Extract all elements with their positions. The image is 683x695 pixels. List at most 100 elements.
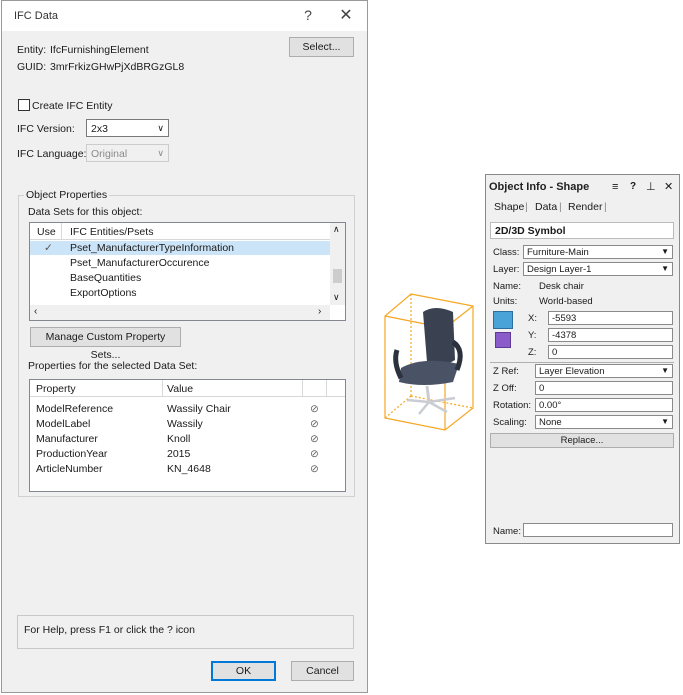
name-value: Desk chair bbox=[539, 281, 584, 292]
units-label: Units: bbox=[493, 296, 518, 307]
dropdown-arrow-icon: ▼ bbox=[661, 264, 669, 273]
help-text: For Help, press F1 or click the ? icon bbox=[24, 624, 195, 636]
layer-label: Layer: bbox=[493, 264, 520, 275]
select-button[interactable]: Select... bbox=[289, 37, 354, 57]
chevron-down-icon: ∨ bbox=[157, 148, 164, 158]
properties-table[interactable]: Property Value ModelReference Wassily Ch… bbox=[29, 379, 346, 492]
rotation-label: Rotation: bbox=[493, 400, 532, 411]
bottom-name-label: Name: bbox=[493, 526, 521, 537]
ok-button[interactable]: OK bbox=[211, 661, 276, 681]
dropdown-arrow-icon: ▼ bbox=[661, 247, 669, 256]
z-value: 0 bbox=[552, 347, 558, 358]
ifc-version-value: 2x3 bbox=[91, 123, 108, 135]
column-header-entities[interactable]: IFC Entities/Psets bbox=[70, 226, 153, 238]
class-label: Class: bbox=[493, 247, 520, 258]
close-icon[interactable]: ✕ bbox=[664, 180, 673, 193]
grid-icon[interactable] bbox=[495, 332, 511, 348]
ifc-language-value: Original bbox=[91, 148, 128, 160]
property-value[interactable]: Wassily bbox=[167, 418, 203, 430]
scroll-thumb[interactable] bbox=[333, 269, 342, 283]
create-ifc-entity-checkbox[interactable] bbox=[18, 99, 30, 111]
dataset-row[interactable]: ✓ Pset_ManufacturerTypeInformation bbox=[30, 241, 330, 255]
link-icon[interactable]: ⊘ bbox=[310, 418, 319, 430]
table-row[interactable]: ArticleNumber KN_4648 ⊘ bbox=[30, 462, 345, 476]
chevron-down-icon: ∨ bbox=[157, 123, 164, 133]
use-check-icon[interactable]: ✓ bbox=[44, 242, 53, 254]
link-icon[interactable]: ⊘ bbox=[310, 463, 319, 475]
z-label: Z: bbox=[528, 347, 537, 358]
link-icon[interactable]: ⊘ bbox=[310, 433, 319, 445]
properties-table-header: Property Value bbox=[30, 380, 345, 397]
property-name: ArticleNumber bbox=[36, 463, 103, 475]
scroll-left-icon[interactable]: ‹ bbox=[34, 306, 37, 317]
object-properties-title: Object Properties bbox=[24, 189, 110, 201]
help-icon[interactable]: ? bbox=[300, 7, 316, 23]
name-label: Name: bbox=[493, 281, 521, 292]
scroll-down-icon[interactable]: ∨ bbox=[333, 292, 340, 303]
dataset-name: BaseQuantities bbox=[70, 272, 142, 284]
object-info-palette: Object Info - Shape ≡ ? ⊥ ✕ Shape | Data… bbox=[485, 174, 680, 544]
tab-data[interactable]: Data bbox=[535, 201, 557, 213]
datasets-horizontal-scrollbar[interactable]: ‹ › bbox=[30, 305, 330, 320]
ifc-language-label: IFC Language: bbox=[17, 148, 87, 160]
dialog-title: IFC Data bbox=[14, 10, 59, 22]
ifc-version-label: IFC Version: bbox=[17, 123, 75, 135]
replace-button[interactable]: Replace... bbox=[490, 433, 674, 448]
help-icon[interactable]: ? bbox=[630, 181, 636, 192]
x-field[interactable]: -5593 bbox=[548, 311, 673, 325]
datasets-list[interactable]: Use IFC Entities/Psets ✓ Pset_Manufactur… bbox=[29, 222, 346, 321]
zref-select[interactable]: Layer Elevation ▼ bbox=[535, 364, 673, 378]
help-box: For Help, press F1 or click the ? icon bbox=[17, 615, 354, 649]
dropdown-arrow-icon: ▼ bbox=[661, 366, 669, 375]
cancel-button[interactable]: Cancel bbox=[291, 661, 354, 681]
chair-icon bbox=[393, 308, 463, 415]
rotation-field[interactable]: 0.00° bbox=[535, 398, 673, 412]
link-icon[interactable]: ⊘ bbox=[310, 448, 319, 460]
position-icon[interactable] bbox=[493, 311, 513, 329]
z-field[interactable]: 0 bbox=[548, 345, 673, 359]
zref-label: Z Ref: bbox=[493, 366, 519, 377]
zoff-field[interactable]: 0 bbox=[535, 381, 673, 395]
properties-label: Properties for the selected Data Set: bbox=[28, 360, 198, 372]
ifc-data-dialog: IFC Data ? ✕ Entity: IfcFurnishingElemen… bbox=[1, 0, 368, 693]
menu-icon[interactable]: ≡ bbox=[612, 181, 618, 193]
dataset-row[interactable]: Pset_ManufacturerOccurence bbox=[30, 256, 330, 270]
table-row[interactable]: ModelLabel Wassily ⊘ bbox=[30, 417, 345, 431]
bottom-name-field[interactable] bbox=[523, 523, 673, 537]
layer-select[interactable]: Design Layer-1 ▼ bbox=[523, 262, 673, 276]
table-row[interactable]: Manufacturer Knoll ⊘ bbox=[30, 432, 345, 446]
close-icon[interactable]: ✕ bbox=[338, 5, 354, 25]
class-select[interactable]: Furniture-Main ▼ bbox=[523, 245, 673, 259]
link-icon[interactable]: ⊘ bbox=[310, 403, 319, 415]
column-header-use[interactable]: Use bbox=[37, 226, 56, 238]
scroll-right-icon[interactable]: › bbox=[318, 306, 321, 317]
desk-chair-symbol[interactable] bbox=[383, 290, 475, 435]
x-label: X: bbox=[528, 313, 537, 324]
tab-render[interactable]: Render bbox=[568, 201, 602, 213]
property-value[interactable]: KN_4648 bbox=[167, 463, 211, 475]
zref-value: Layer Elevation bbox=[539, 366, 605, 377]
scaling-select[interactable]: None ▼ bbox=[535, 415, 673, 429]
y-field[interactable]: -4378 bbox=[548, 328, 673, 342]
table-row[interactable]: ProductionYear 2015 ⊘ bbox=[30, 447, 345, 461]
pin-icon[interactable]: ⊥ bbox=[646, 180, 656, 193]
column-header-value[interactable]: Value bbox=[167, 383, 193, 395]
dialog-titlebar: IFC Data ? ✕ bbox=[2, 1, 367, 31]
datasets-vertical-scrollbar[interactable]: ∧ ∨ bbox=[330, 223, 345, 305]
ifc-language-select: Original ∨ bbox=[86, 144, 169, 162]
section-header: 2D/3D Symbol bbox=[490, 222, 674, 239]
table-row[interactable]: ModelReference Wassily Chair ⊘ bbox=[30, 402, 345, 416]
property-value[interactable]: Knoll bbox=[167, 433, 190, 445]
dataset-row[interactable]: ExportOptions bbox=[30, 286, 330, 300]
manage-custom-property-sets-button[interactable]: Manage Custom Property Sets... bbox=[30, 327, 181, 361]
property-value[interactable]: Wassily Chair bbox=[167, 403, 231, 415]
ifc-version-select[interactable]: 2x3 ∨ bbox=[86, 119, 169, 137]
tab-shape[interactable]: Shape bbox=[494, 201, 524, 213]
scaling-label: Scaling: bbox=[493, 417, 527, 428]
column-header-property[interactable]: Property bbox=[36, 383, 76, 395]
dataset-row[interactable]: BaseQuantities bbox=[30, 271, 330, 285]
entity-value: IfcFurnishingElement bbox=[50, 44, 149, 56]
scroll-up-icon[interactable]: ∧ bbox=[333, 224, 340, 235]
property-value[interactable]: 2015 bbox=[167, 448, 190, 460]
property-name: ProductionYear bbox=[36, 448, 108, 460]
